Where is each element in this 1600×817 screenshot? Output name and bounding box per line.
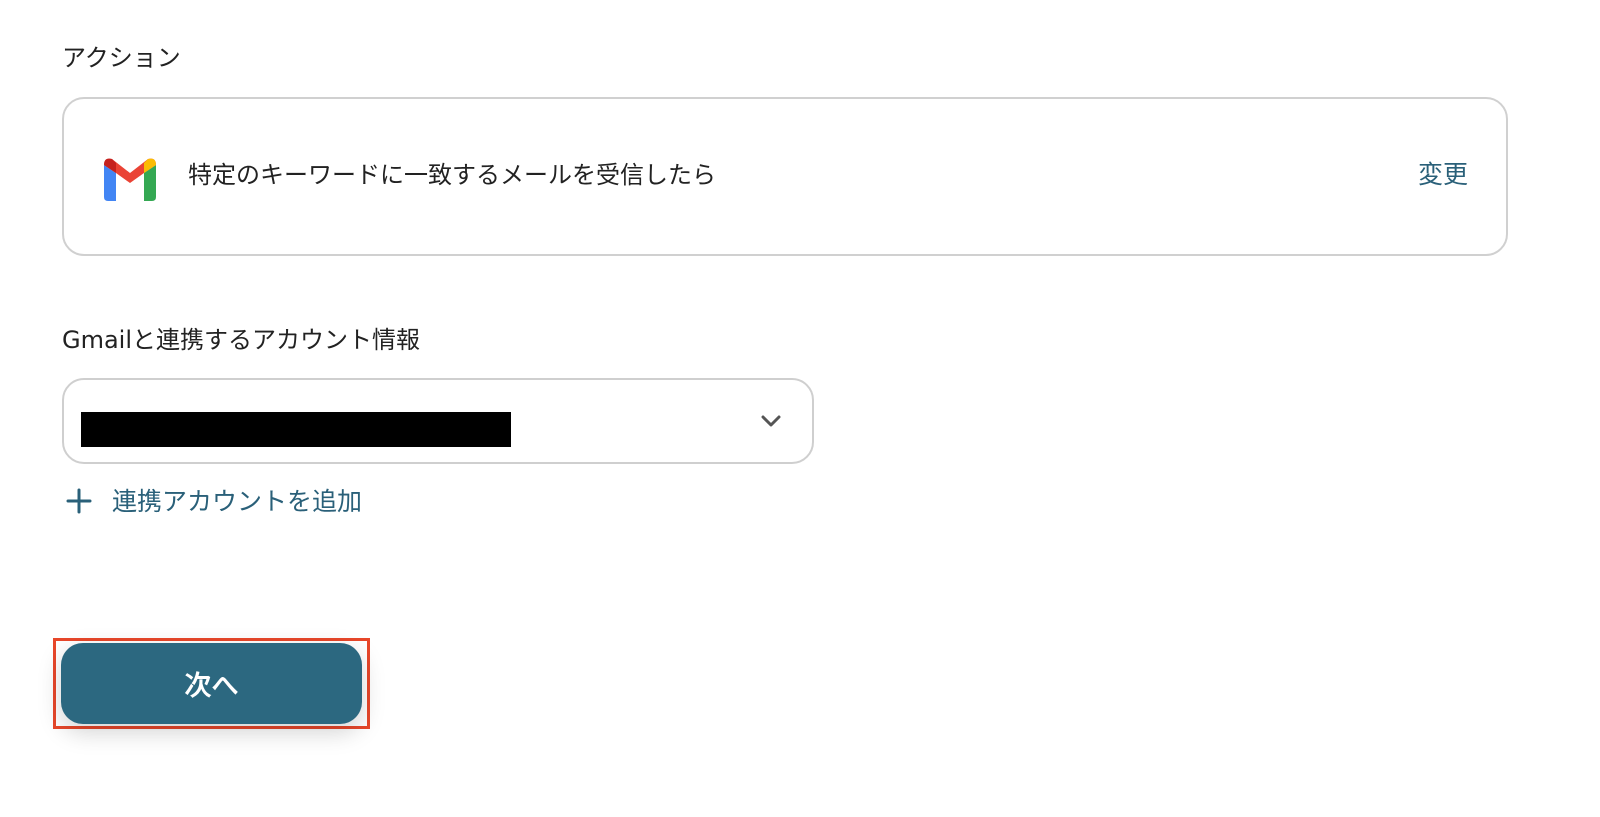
chevron-down-icon: [761, 415, 781, 427]
account-section-label: Gmailと連携するアカウント情報: [62, 326, 421, 354]
action-section-label: アクション: [62, 44, 181, 72]
change-link[interactable]: 変更: [1418, 162, 1468, 187]
redacted-account-value: [81, 412, 511, 447]
plus-icon: [66, 488, 92, 514]
next-button[interactable]: 次へ: [61, 643, 362, 724]
add-account-label: 連携アカウントを追加: [112, 486, 363, 516]
add-account-link[interactable]: 連携アカウントを追加: [66, 484, 362, 518]
account-select[interactable]: [62, 378, 814, 464]
action-card: 特定のキーワードに一致するメールを受信したら 変更: [62, 97, 1508, 256]
page: アクション 特定のキーワードに一致するメールを受信したら 変更 Gmailと連携…: [0, 0, 1600, 817]
gmail-icon: [104, 158, 156, 201]
action-title: 特定のキーワードに一致するメールを受信したら: [188, 161, 716, 189]
